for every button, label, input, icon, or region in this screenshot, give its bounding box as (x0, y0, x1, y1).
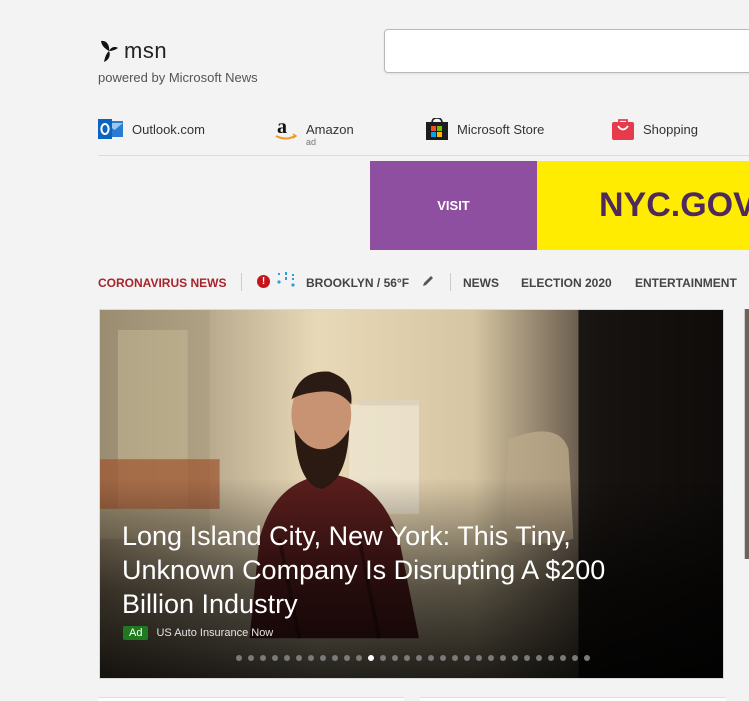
quicklink-label: Amazon (306, 121, 354, 137)
msn-logo[interactable]: msn (98, 38, 167, 64)
rain-icon (277, 272, 295, 287)
carousel-dot[interactable] (272, 655, 278, 661)
quicklink-amazon[interactable]: a Amazon ad (274, 112, 354, 147)
quicklink-outlook[interactable]: Outlook.com (98, 112, 205, 146)
carousel-dot[interactable] (392, 655, 398, 661)
nav-entertainment[interactable]: ENTERTAINMENT (635, 276, 737, 290)
tagline: powered by Microsoft News (98, 70, 258, 85)
nav-weather-location[interactable]: BROOKLYN / 56°F (306, 276, 409, 290)
ad-banner[interactable]: VISIT NYC.GOV (370, 161, 749, 250)
carousel-dot[interactable] (572, 655, 578, 661)
search-input[interactable] (385, 30, 749, 72)
carousel-dot[interactable] (452, 655, 458, 661)
carousel-dot[interactable] (404, 655, 410, 661)
carousel-dot[interactable] (320, 655, 326, 661)
nav-election-2020[interactable]: ELECTION 2020 (521, 276, 612, 290)
nav-divider (450, 273, 451, 291)
pencil-icon[interactable] (421, 274, 435, 288)
carousel-dot[interactable] (416, 655, 422, 661)
nav-news[interactable]: NEWS (463, 276, 499, 290)
carousel-dot[interactable] (440, 655, 446, 661)
quicklink-shopping[interactable]: Shopping (611, 112, 698, 146)
carousel-dot[interactable] (248, 655, 254, 661)
quicklinks-bar: Outlook.com a Amazon ad Microsoft Store … (98, 112, 749, 147)
card-placeholder (98, 697, 404, 701)
quicklink-microsoft-store[interactable]: Microsoft Store (425, 112, 544, 146)
weather-alert-icon[interactable]: ! (257, 275, 270, 288)
quicklink-label: Shopping (643, 121, 698, 137)
ad-banner-text: NYC.GOV (537, 161, 749, 250)
carousel-dot[interactable] (344, 655, 350, 661)
nav-coronavirus-news[interactable]: CORONAVIRUS NEWS (98, 276, 226, 290)
carousel-dot[interactable] (500, 655, 506, 661)
carousel-dot[interactable] (296, 655, 302, 661)
category-nav: CORONAVIRUS NEWS ! BROOKLYN / 56°F NEWS … (98, 270, 749, 296)
carousel-dot[interactable] (308, 655, 314, 661)
carousel-dot[interactable] (476, 655, 482, 661)
ad-badge: Ad (123, 626, 149, 640)
carousel-dot[interactable] (332, 655, 338, 661)
carousel-dot[interactable] (512, 655, 518, 661)
butterfly-icon (101, 40, 118, 62)
ad-visit-button[interactable]: VISIT (370, 161, 537, 250)
outlook-icon (98, 119, 123, 139)
carousel-dot[interactable] (284, 655, 290, 661)
carousel-dot[interactable] (428, 655, 434, 661)
carousel-dot[interactable] (380, 655, 386, 661)
carousel-dot[interactable] (536, 655, 542, 661)
hero-headline[interactable]: Long Island City, New York: This Tiny, U… (122, 519, 662, 621)
side-card-edge[interactable] (744, 309, 749, 559)
quicklink-ad-label: ad (306, 137, 317, 147)
amazon-icon: a (275, 116, 298, 140)
carousel-dot[interactable] (236, 655, 242, 661)
carousel-dot[interactable] (560, 655, 566, 661)
carousel-dots (236, 655, 596, 661)
quicklink-label: Outlook.com (132, 121, 205, 137)
carousel-dot[interactable] (548, 655, 554, 661)
carousel-dot[interactable] (464, 655, 470, 661)
quicklink-label: Microsoft Store (457, 121, 545, 137)
card-placeholder (420, 697, 726, 701)
carousel-dot[interactable] (524, 655, 530, 661)
svg-text:a: a (277, 116, 287, 138)
ad-source: US Auto Insurance Now (156, 627, 274, 639)
nav-divider (241, 273, 242, 291)
carousel-dot[interactable] (368, 655, 374, 661)
hero-ad-row: Ad US Auto Insurance Now (123, 626, 273, 640)
shopping-bag-icon (612, 119, 634, 140)
carousel-dot[interactable] (356, 655, 362, 661)
carousel-dot[interactable] (488, 655, 494, 661)
search-box[interactable] (384, 29, 749, 73)
logo-text: msn (124, 38, 168, 63)
carousel-dot[interactable] (584, 655, 590, 661)
header-divider (98, 155, 749, 156)
hero-card[interactable]: Long Island City, New York: This Tiny, U… (99, 309, 724, 679)
carousel-dot[interactable] (260, 655, 266, 661)
microsoft-store-icon (426, 118, 448, 140)
